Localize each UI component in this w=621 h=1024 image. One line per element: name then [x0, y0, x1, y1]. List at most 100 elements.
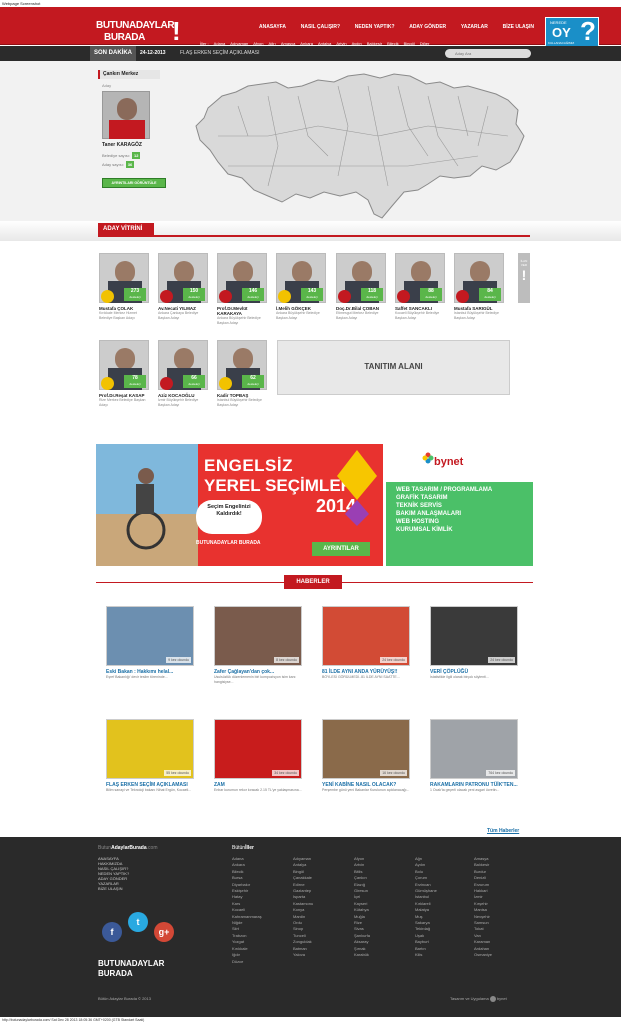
nav-bize-ulasin[interactable]: BİZE ULAŞIN	[503, 24, 534, 30]
site-header: BUTUNADAYLAR BURADA ! ANASAYFA NASIL ÇAL…	[0, 7, 621, 58]
candidate-card[interactable]: 78 destekçi Prof.Dr.Reşat KASAP Rize Merkez…	[99, 340, 151, 408]
footer-cities-title: Bütünİller	[232, 845, 254, 851]
news-thumbnail[interactable]: 24 kez okundu	[430, 606, 518, 666]
promo-area[interactable]: TANITIM ALANI	[277, 340, 510, 395]
news-thumbnail[interactable]: 764 kez okundu	[430, 719, 518, 779]
candidate-card[interactable]: 66 destekçi Aziz KOCAOĞLU İzmir Büyükşehir …	[158, 340, 210, 408]
candidate-photo[interactable]	[102, 91, 150, 139]
candidate-card[interactable]: 146 destekçi Prof.Dr.Mevlüt KARAKAYA Ankara…	[217, 253, 269, 325]
nav-aday-gonder[interactable]: ADAY GÖNDER	[409, 24, 446, 30]
footer-city-link[interactable]: Karabük	[354, 952, 370, 958]
candidate-card-desc: İstanbul Büyükşehir Belediye Başkan Aday…	[454, 311, 499, 320]
candidate-card[interactable]: 273 destekçi Mustafa ÇOLAK Kırıkkale Merkez…	[99, 253, 151, 321]
footer-city-link[interactable]: Osmaniye	[474, 952, 492, 958]
candidate-card-photo[interactable]: 84 destekçi	[454, 253, 504, 303]
candidate-card-photo[interactable]: 66 destekçi	[158, 340, 208, 390]
footer-city-link[interactable]: Düzce	[232, 959, 262, 965]
news-thumbnail[interactable]: 8 kez okundu	[214, 606, 302, 666]
candidate-card[interactable]: 62 destekçi Kadir TOPBAŞ İstanbul Büyükşehi…	[217, 340, 269, 408]
stat-candidates-value: 36	[125, 161, 135, 168]
service-line: KURUMSAL KİMLİK	[396, 527, 453, 533]
news-item[interactable]: 24 kez okundu VERİ ÇÖPLÜĞÜ İstatistikle il…	[430, 606, 520, 706]
nav-neden-yaptik[interactable]: NEDEN YAPTIK?	[355, 24, 395, 30]
news-item[interactable]: 34 kez okundu ZAM Enbar kurumun rekor kıra…	[214, 719, 304, 819]
nav-yazarlar[interactable]: YAZARLAR	[461, 24, 488, 30]
candidate-card[interactable]: 118 destekçi Doç.Dr.Bilal ÇOBAN Etimesgut M…	[336, 253, 388, 321]
news-thumbnail[interactable]: 24 kez okundu	[322, 606, 410, 666]
news-item[interactable]: 24 kez okundu 81 İLDE AYNI ANDA YÜRÜYÜŞ!!…	[322, 606, 412, 706]
breaking-news-bar: SON DAKİKA 24-12-2013 FLAŞ ERKEN SEÇİM A…	[0, 46, 621, 61]
candidate-card-photo[interactable]: 118 destekçi	[336, 253, 386, 303]
news-item[interactable]: 16 kez okundu YENİ KABİNE NASIL OLACAK? Pe…	[322, 719, 412, 819]
footer-link[interactable]: BİZE ULAŞIN	[98, 886, 129, 891]
footer-cities-title-pre: Bütün	[232, 845, 246, 851]
support-count-badge[interactable]: 146 destekçi	[242, 288, 264, 301]
candidate-card-photo[interactable]: 62 destekçi	[217, 340, 267, 390]
turkey-map-svg[interactable]	[178, 66, 538, 232]
candidate-card-photo[interactable]: 150 destekçi	[158, 253, 208, 303]
candidate-face	[352, 261, 372, 283]
candidate-card[interactable]: 143 destekçi İ.Melih GÖKÇEK Ankara Büyükşeh…	[276, 253, 328, 321]
footer-city-link[interactable]: Aksaray	[354, 939, 370, 945]
footer-city-link[interactable]: Kilis	[415, 952, 437, 958]
news-item[interactable]: 9 kez okundu Eski Bakan : Hakkımı helal..…	[106, 606, 196, 706]
social-links: f t g+	[100, 910, 180, 946]
party-logo-icon	[160, 377, 173, 390]
candidate-card[interactable]: 150 destekçi Av.Necati YILMAZ Ankara Çankay…	[158, 253, 210, 321]
google-plus-icon[interactable]: g+	[154, 922, 174, 942]
candidate-card-photo[interactable]: 146 destekçi	[217, 253, 267, 303]
candidate-card-name[interactable]: Prof.Dr.Mevlüt KARAKAYA	[217, 306, 269, 316]
party-logo-icon	[338, 290, 351, 303]
turkey-map[interactable]	[178, 66, 538, 232]
news-item[interactable]: 764 kez okundu RAKAMLARIN PATRONU TÜİK'TE…	[430, 719, 520, 819]
nav-anasayfa[interactable]: ANASAYFA	[259, 24, 286, 30]
support-count-badge[interactable]: 62 destekçi	[242, 375, 264, 388]
footer-city-link[interactable]: Yalova	[293, 952, 313, 958]
candidate-card-photo[interactable]: 273 destekçi	[99, 253, 149, 303]
support-count: 118	[367, 288, 377, 294]
ad-space-banner[interactable]: İLAN VER !	[518, 253, 530, 303]
footer-copyright: Bütün Adaylar Burada © 2013	[98, 996, 151, 1001]
candidate-showcase-header: ADAY VİTRİNİ	[0, 221, 621, 241]
footer-city-link[interactable]: Zonguldak	[293, 939, 313, 945]
design-credit-brand[interactable]: bynet	[497, 996, 507, 1001]
support-count-badge[interactable]: 78 destekçi	[124, 375, 146, 388]
banner-speech-bubble: Seçim Engelinizi Kaldırdık!	[196, 500, 262, 534]
news-thumbnail[interactable]: 16 kez okundu	[322, 719, 410, 779]
candidate-search-input[interactable]	[445, 49, 531, 58]
nav-nasil-calisir[interactable]: NASIL ÇALIŞIR?	[301, 24, 340, 30]
support-count-badge[interactable]: 150 destekçi	[183, 288, 205, 301]
support-count-badge[interactable]: 66 destekçi	[183, 375, 205, 388]
bynet-ad-banner[interactable]: bynet WEB TASARIM / PROGRAMLAMA GRAFİK T…	[386, 444, 533, 566]
news-thumbnail[interactable]: 34 kez okundu	[214, 719, 302, 779]
footer-city-link[interactable]: Çanakkale	[293, 875, 313, 881]
news-thumbnail[interactable]: 55 kez okundu	[106, 719, 194, 779]
twitter-icon[interactable]: t	[128, 912, 148, 932]
support-count-badge[interactable]: 143 destekçi	[301, 288, 323, 301]
candidate-card-photo[interactable]: 88 destekçi	[395, 253, 445, 303]
view-details-button[interactable]: AYRINTILARI GÖRÜNTÜLE	[102, 178, 166, 188]
candidate-card[interactable]: 88 destekçi Saffet SANCAKLI Kocaeli Büyükşe…	[395, 253, 447, 321]
support-label: destekçi	[247, 382, 259, 386]
candidate-card-photo[interactable]: 143 destekçi	[276, 253, 326, 303]
support-count-badge[interactable]: 118 destekçi	[361, 288, 383, 301]
all-news-link[interactable]: Tüm Haberler	[487, 828, 519, 834]
footer-city-column: Amasya Balıkesir Burdur Denizli Erzurum Hakka…	[474, 856, 492, 959]
support-count-badge[interactable]: 84 destekçi	[479, 288, 501, 301]
footer-city-link[interactable]: Karaman	[474, 939, 492, 945]
news-thumbnail[interactable]: 9 kez okundu	[106, 606, 194, 666]
news-item[interactable]: 8 kez okundu Zafer Çağlayan'dan çok... Usu…	[214, 606, 304, 706]
support-count-badge[interactable]: 88 destekçi	[420, 288, 442, 301]
facebook-icon[interactable]: f	[102, 922, 122, 942]
accessible-elections-banner[interactable]: ENGELSİZ YEREL SEÇİMLER 2014 Seçim Engel…	[96, 444, 383, 566]
footer-city-link[interactable]: Balıkesir	[474, 862, 492, 868]
candidate-name[interactable]: Taner KARAGÖZ	[102, 142, 160, 148]
details-button[interactable]: AYRINTILAR	[312, 542, 370, 556]
footer-city-column: Ağrı Aydın Bolu Çorum Erzincan Gümüşhane İstan…	[415, 856, 437, 959]
footer-city-link[interactable]: Kütahya	[354, 907, 370, 913]
news-item[interactable]: 55 kez okundu FLAŞ ERKEN SEÇİM AÇIKLAMASI…	[106, 719, 196, 819]
candidate-card[interactable]: 84 destekçi Mustafa SARIGÜL İstanbul Büyükş…	[454, 253, 506, 321]
news-view-count: 24 kez okundu	[380, 657, 407, 663]
candidate-card-photo[interactable]: 78 destekçi	[99, 340, 149, 390]
support-count-badge[interactable]: 273 destekçi	[124, 288, 146, 301]
